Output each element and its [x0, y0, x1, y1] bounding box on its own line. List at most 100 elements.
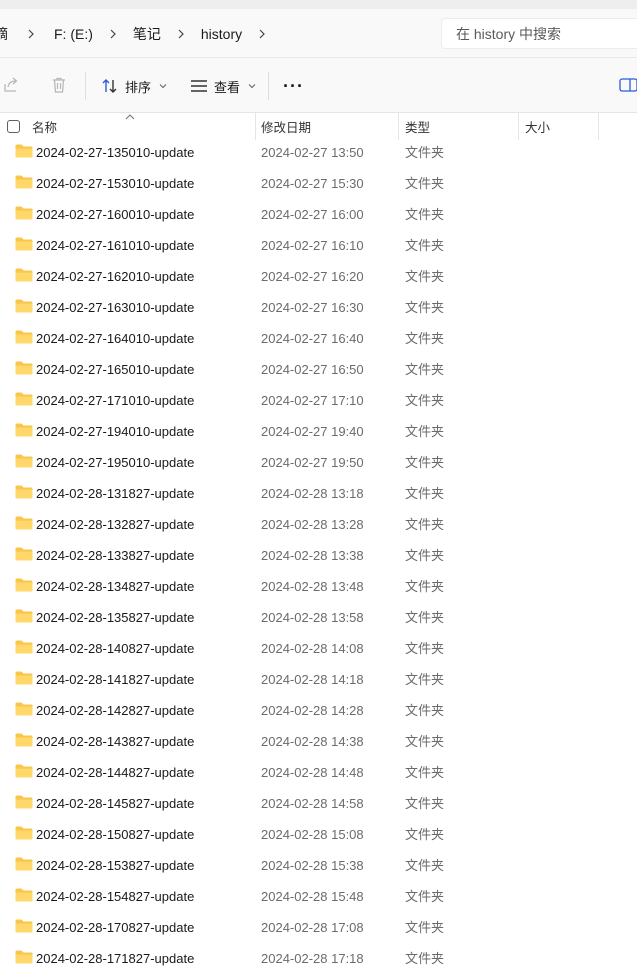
file-row[interactable]: 2024-02-27-194010-update 2024-02-27 19:40…	[0, 416, 637, 447]
file-row[interactable]: 2024-02-28-133827-update 2024-02-28 13:38…	[0, 540, 637, 571]
column-divider[interactable]	[518, 113, 519, 140]
file-row[interactable]: 2024-02-28-153827-update 2024-02-28 15:38…	[0, 850, 637, 881]
file-type: 文件夹	[405, 362, 445, 377]
file-row[interactable]: 2024-02-27-135010-update 2024-02-27 13:50…	[0, 137, 637, 168]
file-name: 2024-02-28-134827-update	[36, 579, 195, 594]
file-modified-date: 2024-02-27 16:50	[261, 362, 364, 377]
column-header-modified[interactable]: 修改日期	[261, 113, 311, 140]
folder-icon	[15, 454, 33, 468]
column-header-name[interactable]: 名称	[32, 113, 57, 140]
file-type: 文件夹	[405, 641, 445, 656]
breadcrumb-item-0[interactable]: 摘	[0, 24, 8, 44]
column-header-type[interactable]: 类型	[405, 113, 430, 140]
chevron-right-icon[interactable]	[24, 27, 38, 41]
file-row[interactable]: 2024-02-27-164010-update 2024-02-27 16:40…	[0, 323, 637, 354]
file-modified-date: 2024-02-28 15:48	[261, 889, 364, 904]
file-name: 2024-02-27-161010-update	[36, 238, 195, 253]
view-label: 查看	[214, 79, 241, 95]
chevron-right-icon[interactable]	[255, 27, 269, 41]
file-modified-date: 2024-02-28 14:08	[261, 641, 364, 656]
file-modified-date: 2024-02-28 14:48	[261, 765, 364, 780]
file-row[interactable]: 2024-02-28-143827-update 2024-02-28 14:38…	[0, 726, 637, 757]
chevron-right-icon[interactable]	[106, 27, 120, 41]
file-name: 2024-02-28-153827-update	[36, 858, 195, 873]
column-divider[interactable]	[255, 113, 256, 140]
breadcrumb-item-notes[interactable]: 笔记	[133, 24, 161, 44]
file-name: 2024-02-27-195010-update	[36, 455, 195, 470]
file-type: 文件夹	[405, 517, 445, 532]
view-button[interactable]: 查看	[190, 72, 256, 100]
file-row[interactable]: 2024-02-28-150827-update 2024-02-28 15:08…	[0, 819, 637, 850]
file-name: 2024-02-28-144827-update	[36, 765, 195, 780]
column-divider[interactable]	[598, 113, 599, 140]
file-modified-date: 2024-02-28 14:18	[261, 672, 364, 687]
file-name: 2024-02-27-164010-update	[36, 331, 195, 346]
file-type: 文件夹	[405, 238, 445, 253]
folder-icon	[15, 485, 33, 499]
select-all-checkbox[interactable]	[7, 120, 20, 133]
file-row[interactable]: 2024-02-28-145827-update 2024-02-28 14:58…	[0, 788, 637, 819]
file-list: 2024-02-27-135010-update 2024-02-27 13:50…	[0, 137, 637, 974]
sort-icon	[102, 79, 117, 93]
file-name: 2024-02-28-171827-update	[36, 951, 195, 966]
file-row[interactable]: 2024-02-28-170827-update 2024-02-28 17:08…	[0, 912, 637, 943]
folder-icon	[15, 268, 33, 282]
file-row[interactable]: 2024-02-28-141827-update 2024-02-28 14:18…	[0, 664, 637, 695]
file-name: 2024-02-28-133827-update	[36, 548, 195, 563]
toolbar-divider	[85, 72, 86, 100]
file-row[interactable]: 2024-02-27-162010-update 2024-02-27 16:20…	[0, 261, 637, 292]
trash-icon[interactable]	[50, 76, 68, 94]
file-type: 文件夹	[405, 331, 445, 346]
file-row[interactable]: 2024-02-28-135827-update 2024-02-28 13:58…	[0, 602, 637, 633]
file-row[interactable]: 2024-02-27-195010-update 2024-02-27 19:50…	[0, 447, 637, 478]
folder-icon	[15, 330, 33, 344]
file-row[interactable]: 2024-02-27-160010-update 2024-02-27 16:00…	[0, 199, 637, 230]
sort-ascending-icon	[125, 114, 135, 120]
file-row[interactable]: 2024-02-28-140827-update 2024-02-28 14:08…	[0, 633, 637, 664]
file-name: 2024-02-27-165010-update	[36, 362, 195, 377]
file-type: 文件夹	[405, 486, 445, 501]
file-row[interactable]: 2024-02-27-171010-update 2024-02-27 17:10…	[0, 385, 637, 416]
sort-button[interactable]: 排序	[101, 72, 167, 100]
folder-icon	[15, 857, 33, 871]
file-row[interactable]: 2024-02-27-165010-update 2024-02-27 16:50…	[0, 354, 637, 385]
file-row[interactable]: 2024-02-27-153010-update 2024-02-27 15:30…	[0, 168, 637, 199]
breadcrumb-item-history[interactable]: history	[201, 26, 242, 42]
file-type: 文件夹	[405, 951, 445, 966]
more-icon: ···	[283, 75, 304, 96]
share-icon[interactable]	[2, 76, 20, 94]
file-row[interactable]: 2024-02-28-142827-update 2024-02-28 14:28…	[0, 695, 637, 726]
file-type: 文件夹	[405, 548, 445, 563]
search-box[interactable]	[441, 18, 637, 49]
file-row[interactable]: 2024-02-28-144827-update 2024-02-28 14:48…	[0, 757, 637, 788]
file-row[interactable]: 2024-02-27-163010-update 2024-02-27 16:30…	[0, 292, 637, 323]
details-pane-icon[interactable]	[619, 77, 637, 93]
search-input[interactable]	[456, 25, 626, 42]
file-modified-date: 2024-02-28 13:48	[261, 579, 364, 594]
file-type: 文件夹	[405, 455, 445, 470]
file-type: 文件夹	[405, 393, 445, 408]
file-name: 2024-02-28-135827-update	[36, 610, 195, 625]
chevron-right-icon[interactable]	[174, 27, 188, 41]
folder-icon	[15, 764, 33, 778]
file-type: 文件夹	[405, 300, 445, 315]
more-options-button[interactable]: ···	[283, 72, 304, 100]
folder-icon	[15, 299, 33, 313]
breadcrumb: 摘 F: (E:) 笔记 history	[0, 9, 432, 58]
file-row[interactable]: 2024-02-28-171827-update 2024-02-28 17:18…	[0, 943, 637, 974]
file-row[interactable]: 2024-02-28-131827-update 2024-02-28 13:18…	[0, 478, 637, 509]
file-name: 2024-02-27-135010-update	[36, 145, 195, 160]
file-row[interactable]: 2024-02-27-161010-update 2024-02-27 16:10…	[0, 230, 637, 261]
file-row[interactable]: 2024-02-28-134827-update 2024-02-28 13:48…	[0, 571, 637, 602]
file-row[interactable]: 2024-02-28-154827-update 2024-02-28 15:48…	[0, 881, 637, 912]
breadcrumb-item-drive[interactable]: F: (E:)	[54, 26, 93, 42]
file-modified-date: 2024-02-28 15:08	[261, 827, 364, 842]
column-header-size[interactable]: 大小	[525, 113, 550, 140]
folder-icon	[15, 144, 33, 158]
file-type: 文件夹	[405, 765, 445, 780]
file-row[interactable]: 2024-02-28-132827-update 2024-02-28 13:28…	[0, 509, 637, 540]
toolbar-divider	[268, 72, 269, 100]
file-type: 文件夹	[405, 269, 445, 284]
column-divider[interactable]	[398, 113, 399, 140]
file-type: 文件夹	[405, 734, 445, 749]
